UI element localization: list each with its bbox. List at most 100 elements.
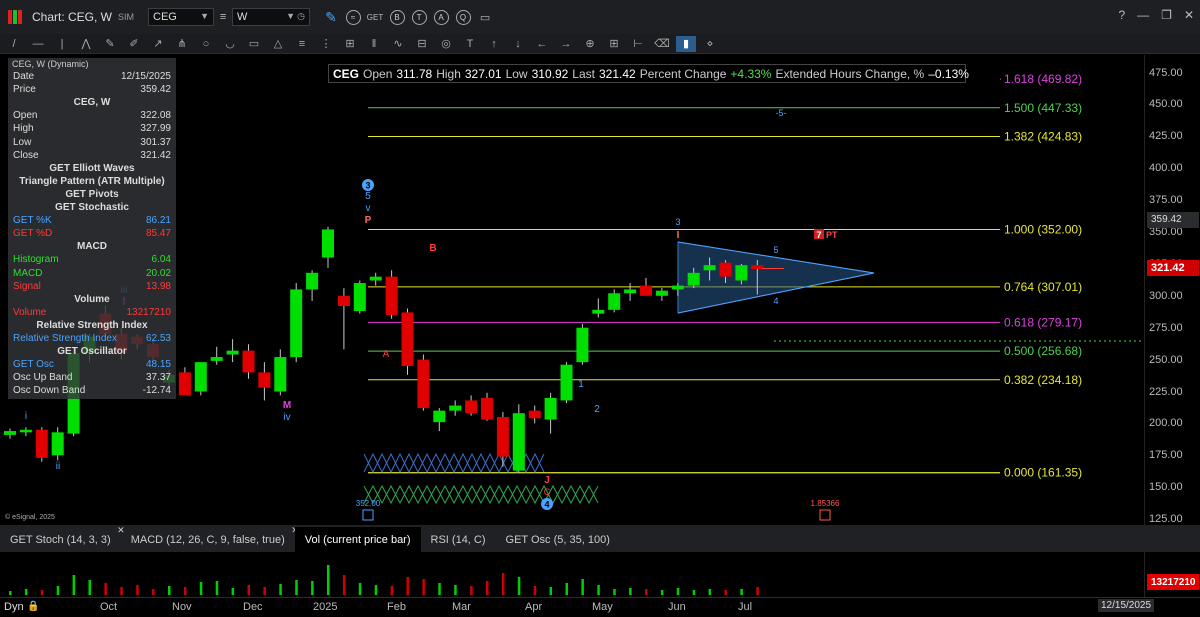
candle[interactable]: [608, 289, 621, 313]
event-marker-icon[interactable]: [362, 509, 374, 521]
candle[interactable]: [306, 270, 319, 301]
ruler-tool-icon[interactable]: ⊢: [628, 36, 648, 52]
ellipse-tool-icon[interactable]: ○: [196, 36, 216, 52]
candle[interactable]: [624, 283, 637, 301]
candle[interactable]: [417, 354, 430, 411]
price-axis[interactable]: 475.00450.00425.00400.00375.00350.00325.…: [1144, 55, 1200, 525]
volume-bar: [183, 587, 187, 595]
comment-icon[interactable]: ▭: [476, 8, 494, 26]
wave-tool-icon[interactable]: ⋀: [76, 36, 96, 52]
symbol-menu-icon[interactable]: ≡: [214, 8, 232, 26]
brush-tool-icon[interactable]: ✐: [124, 36, 144, 52]
fib-time-tool-icon[interactable]: ‖: [364, 36, 384, 52]
candle[interactable]: [353, 280, 366, 314]
pitchfork-tool-icon[interactable]: ⋔: [172, 36, 192, 52]
volume-panel[interactable]: [0, 552, 1144, 597]
help-icon[interactable]: ?: [1118, 8, 1125, 22]
arrow-up-tool-icon[interactable]: ↑: [484, 36, 504, 52]
candle[interactable]: [178, 367, 191, 396]
t-icon[interactable]: T: [410, 8, 428, 26]
arrow-left-tool-icon[interactable]: ←: [532, 36, 552, 52]
volume-last-tag: 13217210: [1147, 574, 1199, 590]
circle-tool-icon[interactable]: ◎: [436, 36, 456, 52]
eraser-tool-icon[interactable]: ⌫: [652, 36, 672, 52]
candle[interactable]: [19, 427, 32, 437]
arrow-tool-icon[interactable]: ↗: [148, 36, 168, 52]
vline-tool-icon[interactable]: |: [52, 36, 72, 52]
candle[interactable]: [560, 362, 573, 403]
volume-bar: [263, 587, 266, 595]
a-icon[interactable]: A: [432, 8, 450, 26]
candle[interactable]: [274, 349, 287, 396]
arc-tool-icon[interactable]: ◡: [220, 36, 240, 52]
candle[interactable]: [242, 344, 255, 379]
text-tool-icon[interactable]: T: [460, 36, 480, 52]
candle[interactable]: [4, 428, 16, 439]
candle[interactable]: [640, 277, 652, 296]
table-tool-icon[interactable]: ⊞: [604, 36, 624, 52]
event-marker-icon[interactable]: [819, 509, 831, 521]
magnet-tool-icon[interactable]: ⋄: [700, 36, 720, 52]
candle[interactable]: [210, 346, 223, 365]
arrow-right-tool-icon[interactable]: →: [556, 36, 576, 52]
highlight-tool-icon[interactable]: ▮: [676, 35, 696, 52]
candle[interactable]: [290, 283, 303, 363]
candle[interactable]: [258, 362, 271, 401]
pencil-tool-icon[interactable]: ✎: [100, 36, 120, 52]
candle[interactable]: [592, 298, 605, 318]
candle[interactable]: [322, 226, 334, 268]
time-axis[interactable]: Dyn 🔒 12/15/2025 Oct Nov Dec 2025 Feb Mar Apr M…: [0, 597, 1200, 617]
candle[interactable]: [528, 405, 541, 424]
candle[interactable]: [655, 288, 668, 301]
candle[interactable]: [35, 427, 48, 462]
candle[interactable]: [385, 270, 398, 319]
indicator-tab[interactable]: RSI (14, C): [421, 527, 496, 552]
pattern-tool-icon[interactable]: ⊟: [412, 36, 432, 52]
candle[interactable]: [576, 323, 589, 365]
candle[interactable]: [401, 308, 414, 375]
candle[interactable]: [544, 392, 557, 434]
line-tool-icon[interactable]: /: [4, 36, 24, 52]
candle[interactable]: [194, 362, 207, 396]
arrow-down-tool-icon[interactable]: ↓: [508, 36, 528, 52]
gann-tool-icon[interactable]: ⊞: [340, 36, 360, 52]
q-icon[interactable]: Q: [454, 8, 472, 26]
get-icon[interactable]: GET: [366, 8, 384, 26]
triangle-tool-icon[interactable]: △: [268, 36, 288, 52]
indicator-tab[interactable]: MACD (12, 26, C, 9, false, true)✕: [121, 525, 299, 552]
hline-tool-icon[interactable]: —: [28, 36, 48, 52]
candle[interactable]: [226, 339, 239, 363]
close-icon[interactable]: ✕: [1184, 8, 1194, 22]
volume-bar: [438, 583, 441, 595]
b-icon[interactable]: B: [388, 8, 406, 26]
indicator-tab[interactable]: GET Osc (5, 35, 100): [496, 527, 620, 552]
candle-body: [417, 359, 430, 409]
volume-bar: [311, 581, 314, 595]
candle-body: [178, 372, 191, 396]
candle[interactable]: [51, 427, 64, 461]
candle[interactable]: [481, 392, 493, 421]
candle[interactable]: [512, 404, 525, 474]
candle[interactable]: [337, 288, 350, 350]
price-target-marker[interactable]: 7 PT: [814, 229, 838, 240]
chart-style-icon[interactable]: ≈: [344, 8, 362, 26]
indicator-tab[interactable]: Vol (current price bar): [294, 527, 421, 552]
pencil-icon[interactable]: ✎: [322, 8, 340, 26]
regression-tool-icon[interactable]: ∿: [388, 36, 408, 52]
rectangle-tool-icon[interactable]: ▭: [244, 36, 264, 52]
price-tick: 300.00: [1149, 289, 1183, 302]
interval-input[interactable]: W ▼ ◷: [232, 8, 311, 26]
candle[interactable]: [465, 395, 478, 416]
indicator-tab[interactable]: GET Stoch (14, 3, 3) ✕: [0, 525, 125, 552]
marker-tool-icon[interactable]: ⊕: [580, 36, 600, 52]
candle[interactable]: [449, 400, 462, 416]
fib-retrace-tool-icon[interactable]: ≡: [292, 36, 312, 52]
fib-ext-tool-icon[interactable]: ⋮: [316, 36, 336, 52]
minimize-icon[interactable]: —: [1137, 8, 1149, 22]
restore-icon[interactable]: ❐: [1161, 8, 1172, 22]
candle[interactable]: [433, 408, 446, 432]
symbol-input[interactable]: CEG ▼: [148, 8, 215, 26]
candle[interactable]: [496, 411, 509, 467]
lock-icon[interactable]: 🔒: [27, 601, 39, 612]
candle[interactable]: [369, 272, 382, 286]
